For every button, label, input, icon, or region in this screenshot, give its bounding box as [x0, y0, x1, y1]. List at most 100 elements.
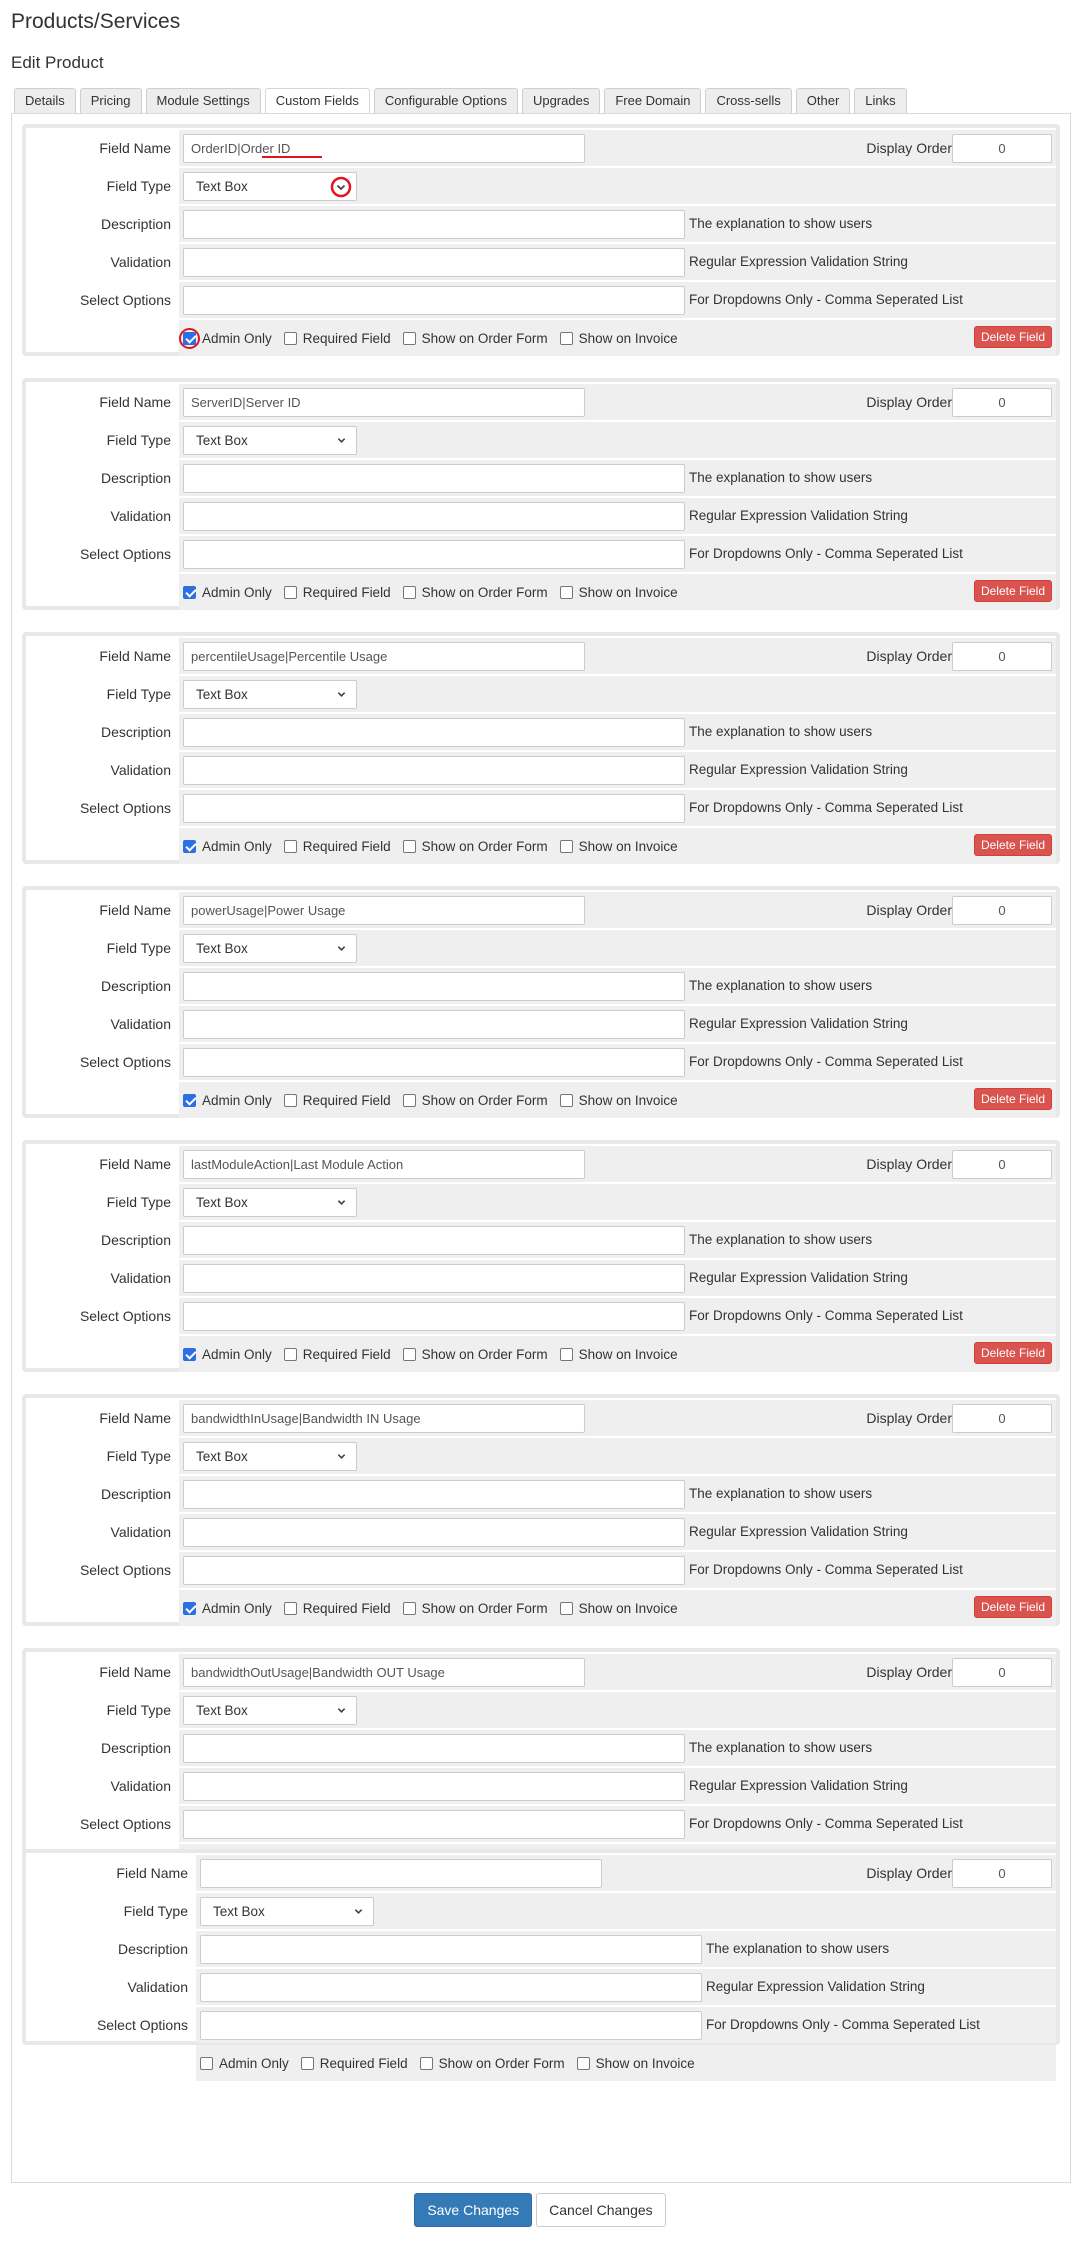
delete-field-button[interactable]: Delete Field	[973, 326, 1052, 348]
tab-configurable-options[interactable]: Configurable Options	[373, 88, 518, 113]
show-on-order-form-option[interactable]: Show on Order Form	[402, 1093, 548, 1108]
admin-only-option[interactable]: Admin Only	[183, 1601, 272, 1616]
admin-only-checkbox[interactable]	[183, 585, 196, 599]
tab-free-domain[interactable]: Free Domain	[604, 88, 702, 113]
show-on-invoice-option[interactable]: Show on Invoice	[559, 1601, 678, 1616]
tab-module-settings[interactable]: Module Settings	[145, 88, 261, 113]
delete-field-button[interactable]: Delete Field	[973, 1596, 1052, 1618]
description-input[interactable]	[183, 1734, 685, 1763]
field-type-select[interactable]: Text Box	[183, 426, 357, 455]
show-on-invoice-checkbox[interactable]	[559, 839, 573, 853]
show-on-invoice-checkbox[interactable]	[559, 331, 573, 345]
show-on-invoice-checkbox[interactable]	[559, 1601, 573, 1615]
select-options-input[interactable]	[183, 1556, 685, 1585]
description-input[interactable]	[183, 972, 685, 1001]
show-on-order-form-checkbox[interactable]	[402, 331, 416, 345]
required-field-checkbox[interactable]	[283, 839, 297, 853]
field-type-select[interactable]: Text Box	[183, 1442, 357, 1471]
show-on-order-form-option[interactable]: Show on Order Form	[402, 1347, 548, 1362]
field-name-input[interactable]	[183, 1150, 585, 1179]
show-on-order-form-checkbox[interactable]	[402, 1601, 416, 1615]
select-options-input[interactable]	[183, 1048, 685, 1077]
tab-other[interactable]: Other	[795, 88, 851, 113]
field-name-input[interactable]	[183, 642, 585, 671]
field-name-input[interactable]	[200, 1859, 602, 1888]
description-input[interactable]	[183, 464, 685, 493]
admin-only-option[interactable]: Admin Only	[183, 1347, 272, 1362]
validation-input[interactable]	[183, 1010, 685, 1039]
description-input[interactable]	[200, 1935, 702, 1964]
tab-details[interactable]: Details	[14, 88, 76, 113]
validation-input[interactable]	[183, 502, 685, 531]
validation-input[interactable]	[183, 1518, 685, 1547]
display-order-input[interactable]	[952, 1150, 1052, 1179]
select-options-input[interactable]	[183, 1810, 685, 1839]
show-on-invoice-checkbox[interactable]	[559, 585, 573, 599]
show-on-invoice-option[interactable]: Show on Invoice	[576, 2056, 695, 2071]
admin-only-option[interactable]: Admin Only	[183, 839, 272, 854]
show-on-invoice-checkbox[interactable]	[559, 1093, 573, 1107]
required-field-option[interactable]: Required Field	[283, 585, 391, 600]
validation-input[interactable]	[200, 1973, 702, 2002]
required-field-checkbox[interactable]	[283, 331, 297, 345]
delete-field-button[interactable]: Delete Field	[973, 580, 1052, 602]
admin-only-checkbox[interactable]	[183, 839, 196, 853]
field-name-input[interactable]	[183, 134, 585, 163]
show-on-order-form-checkbox[interactable]	[419, 2056, 433, 2070]
field-type-select[interactable]: Text Box	[183, 680, 357, 709]
required-field-checkbox[interactable]	[283, 1347, 297, 1361]
validation-input[interactable]	[183, 248, 685, 277]
required-field-option[interactable]: Required Field	[283, 1347, 391, 1362]
required-field-checkbox[interactable]	[300, 2056, 314, 2070]
tab-cross-sells[interactable]: Cross-sells	[705, 88, 792, 113]
display-order-input[interactable]	[952, 1859, 1052, 1888]
admin-only-checkbox[interactable]	[183, 1093, 196, 1107]
delete-field-button[interactable]: Delete Field	[973, 1088, 1052, 1110]
description-input[interactable]	[183, 1226, 685, 1255]
required-field-option[interactable]: Required Field	[283, 1093, 391, 1108]
description-input[interactable]	[183, 1480, 685, 1509]
display-order-input[interactable]	[952, 1658, 1052, 1687]
field-name-input[interactable]	[183, 896, 585, 925]
show-on-order-form-checkbox[interactable]	[402, 585, 416, 599]
select-options-input[interactable]	[183, 540, 685, 569]
show-on-order-form-option[interactable]: Show on Order Form	[402, 331, 548, 346]
required-field-checkbox[interactable]	[283, 1601, 297, 1615]
description-input[interactable]	[183, 210, 685, 239]
select-options-input[interactable]	[183, 794, 685, 823]
required-field-option[interactable]: Required Field	[300, 2056, 408, 2071]
admin-only-checkbox[interactable]	[183, 1347, 196, 1361]
admin-only-option[interactable]: Admin Only	[200, 2056, 289, 2071]
show-on-order-form-option[interactable]: Show on Order Form	[402, 839, 548, 854]
delete-field-button[interactable]: Delete Field	[973, 834, 1052, 856]
show-on-invoice-checkbox[interactable]	[559, 1347, 573, 1361]
display-order-input[interactable]	[952, 1404, 1052, 1433]
required-field-checkbox[interactable]	[283, 585, 297, 599]
display-order-input[interactable]	[952, 642, 1052, 671]
required-field-option[interactable]: Required Field	[283, 331, 391, 346]
field-type-select[interactable]: Text Box	[183, 1188, 357, 1217]
admin-only-option[interactable]: Admin Only	[183, 1093, 272, 1108]
admin-only-checkbox[interactable]	[183, 1601, 196, 1615]
show-on-invoice-checkbox[interactable]	[576, 2056, 590, 2070]
select-options-input[interactable]	[183, 286, 685, 315]
field-name-input[interactable]	[183, 1658, 585, 1687]
admin-only-option[interactable]: Admin Only	[183, 585, 272, 600]
show-on-order-form-checkbox[interactable]	[402, 1093, 416, 1107]
tab-upgrades[interactable]: Upgrades	[521, 88, 601, 113]
show-on-invoice-option[interactable]: Show on Invoice	[559, 585, 678, 600]
field-name-input[interactable]	[183, 388, 585, 417]
delete-field-button[interactable]: Delete Field	[973, 1342, 1052, 1364]
admin-only-checkbox[interactable]	[200, 2056, 213, 2070]
required-field-option[interactable]: Required Field	[283, 839, 391, 854]
display-order-input[interactable]	[952, 134, 1052, 163]
field-name-input[interactable]	[183, 1404, 585, 1433]
validation-input[interactable]	[183, 1772, 685, 1801]
show-on-order-form-checkbox[interactable]	[402, 1347, 416, 1361]
show-on-order-form-option[interactable]: Show on Order Form	[402, 1601, 548, 1616]
validation-input[interactable]	[183, 1264, 685, 1293]
show-on-invoice-option[interactable]: Show on Invoice	[559, 1347, 678, 1362]
required-field-checkbox[interactable]	[283, 1093, 297, 1107]
field-type-select[interactable]: Text Box	[200, 1897, 374, 1926]
select-options-input[interactable]	[200, 2011, 702, 2040]
